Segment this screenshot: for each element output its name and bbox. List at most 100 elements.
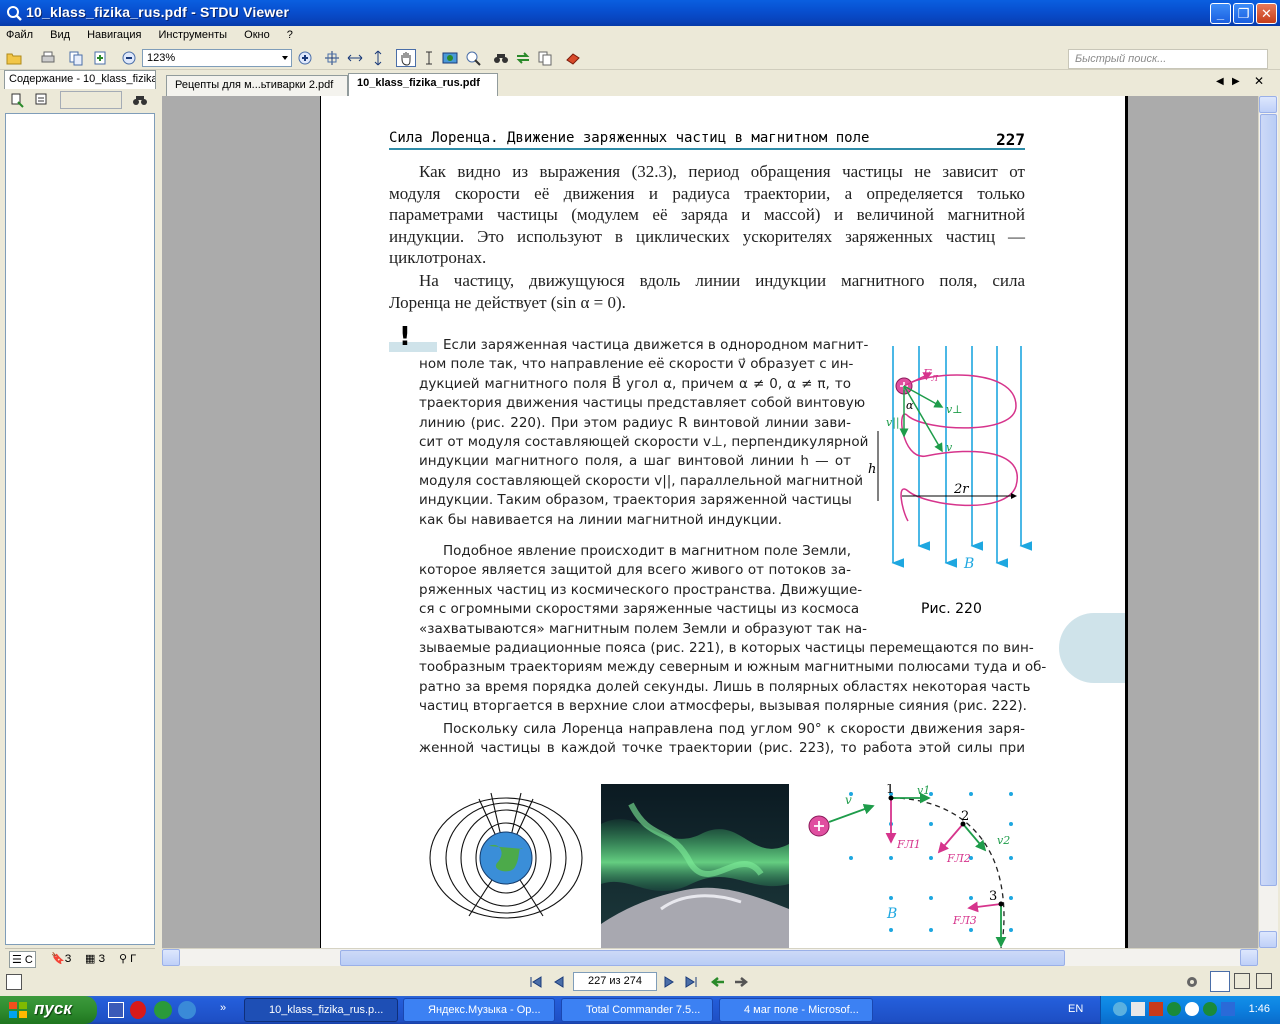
- print-icon[interactable]: [40, 50, 56, 66]
- hand-tool-icon[interactable]: [396, 49, 416, 67]
- title-bar: 10_klass_fizika_rus.pdf - STDU Viewer _ …: [0, 0, 1280, 26]
- zoom-tool-icon[interactable]: [465, 50, 481, 66]
- snapshot-icon[interactable]: [442, 50, 458, 66]
- task-word[interactable]: 4 маг поле - Microsof...: [719, 998, 873, 1022]
- page-number-input[interactable]: 227 из 274: [573, 972, 657, 991]
- task-total-commander[interactable]: Total Commander 7.5...: [561, 998, 713, 1022]
- pages-icon[interactable]: [537, 50, 553, 66]
- quicklaunch-wordpress-icon[interactable]: [154, 1001, 172, 1019]
- scroll-down-button[interactable]: [1259, 931, 1277, 948]
- field-dots: [849, 792, 1013, 932]
- tray-bluetooth-icon[interactable]: [1221, 1002, 1235, 1016]
- settings-icon[interactable]: [1184, 974, 1200, 990]
- sidebar-tab-contents[interactable]: Содержание - 10_klass_fizika: [4, 70, 156, 89]
- tray-update-icon[interactable]: [1167, 1002, 1181, 1016]
- quicklaunch-more-icon[interactable]: »: [220, 1002, 226, 1014]
- copy-page-icon[interactable]: [68, 50, 84, 66]
- tab-search[interactable]: ⚲ Г: [117, 951, 138, 968]
- collapse-tree-icon[interactable]: [34, 92, 50, 108]
- minimize-button[interactable]: _: [1210, 3, 1231, 24]
- menu-file[interactable]: Файл: [0, 26, 40, 41]
- contents-tree[interactable]: [5, 113, 155, 945]
- tab-thumbnails[interactable]: ▦ З: [83, 951, 107, 968]
- svg-text:B: B: [886, 906, 897, 922]
- scroll-right-button[interactable]: [1240, 949, 1258, 966]
- last-page-icon[interactable]: [683, 974, 699, 990]
- menu-window[interactable]: Окно: [237, 26, 277, 41]
- page-header-title: Сила Лоренца. Движение заряженных частиц…: [389, 130, 870, 146]
- vertical-scrollbar[interactable]: [1258, 96, 1278, 948]
- next-page-icon[interactable]: [661, 974, 677, 990]
- quicklaunch-ie-icon[interactable]: [178, 1001, 196, 1019]
- scroll-left-button[interactable]: [162, 949, 180, 966]
- sidebar-find-icon[interactable]: [132, 92, 148, 108]
- task-yandex-music[interactable]: Яндекс.Музыка - Op...: [403, 998, 555, 1022]
- zoom-out-icon[interactable]: [121, 50, 137, 66]
- svg-text:1: 1: [886, 784, 894, 797]
- bookmark-tool-icon[interactable]: [565, 50, 581, 66]
- clock[interactable]: 1:46: [1249, 1003, 1270, 1015]
- tab-recipes-pdf[interactable]: Рецепты для м...ьтиварки 2.pdf: [166, 75, 348, 96]
- scroll-up-button[interactable]: [1259, 96, 1277, 113]
- sidebar-toggle-icon[interactable]: [6, 974, 22, 990]
- close-tab-icon[interactable]: ✕: [1254, 74, 1264, 88]
- document-viewer[interactable]: Сила Лоренца. Движение заряженных частиц…: [162, 96, 1258, 948]
- menu-help[interactable]: ?: [280, 26, 300, 41]
- export-icon[interactable]: [92, 50, 108, 66]
- tray-app-icon[interactable]: [1131, 1002, 1145, 1016]
- tray-shield-icon[interactable]: [1185, 1002, 1199, 1016]
- fit-width-icon[interactable]: [347, 50, 363, 66]
- menu-tools[interactable]: Инструменты: [151, 26, 234, 41]
- toolbar: 123% Быстрый поиск...: [0, 46, 1280, 70]
- start-label: пуск: [34, 999, 72, 1018]
- horizontal-scrollbar[interactable]: [162, 948, 1258, 966]
- tab-scroll-left-icon[interactable]: ◀: [1216, 76, 1224, 87]
- sidebar-search-input[interactable]: [60, 91, 122, 109]
- fit-page-icon[interactable]: [324, 50, 340, 66]
- sync-arrows-icon[interactable]: [515, 50, 531, 66]
- tab-bookmarks[interactable]: 🔖З: [49, 951, 73, 968]
- zoom-select[interactable]: 123%: [142, 49, 292, 67]
- forward-arrow-icon[interactable]: [733, 974, 749, 990]
- fit-height-icon[interactable]: [370, 50, 386, 66]
- task-stdu-viewer[interactable]: 10_klass_fizika_rus.p...: [244, 998, 398, 1022]
- menu-navigation[interactable]: Навигация: [80, 26, 148, 41]
- first-page-icon[interactable]: [528, 974, 544, 990]
- sidebar-tab-label: Содержание - 10_klass_fizika: [9, 73, 156, 85]
- find-icon[interactable]: [493, 50, 509, 66]
- zoom-in-icon[interactable]: [297, 50, 313, 66]
- tab-scroll-right-icon[interactable]: ▶: [1232, 76, 1240, 87]
- language-indicator[interactable]: EN: [1068, 1003, 1083, 1015]
- expand-tree-icon[interactable]: [10, 92, 26, 108]
- previous-page-icon[interactable]: [551, 974, 567, 990]
- document-tabs: Рецепты для м...ьтиварки 2.pdf 10_klass_…: [160, 70, 1280, 96]
- tray-antivirus-icon[interactable]: [1203, 1002, 1217, 1016]
- quicklaunch-save-icon[interactable]: [108, 1002, 124, 1018]
- menu-view[interactable]: Вид: [43, 26, 77, 41]
- tray-network-icon[interactable]: [1113, 1002, 1127, 1016]
- svg-text:B: B: [963, 556, 974, 572]
- horizontal-scroll-thumb[interactable]: [340, 950, 1065, 966]
- quick-search-input[interactable]: Быстрый поиск...: [1068, 49, 1268, 69]
- close-button[interactable]: ✕: [1256, 3, 1277, 24]
- paragraph-3-wide: зываемые радиационные пояса (рис. 221), …: [419, 640, 1047, 715]
- exclamation-icon: !: [399, 322, 411, 352]
- single-page-view-icon[interactable]: [1210, 971, 1230, 992]
- tab-contents[interactable]: ☰ С: [9, 951, 36, 968]
- quicklaunch-opera-icon[interactable]: [130, 1001, 146, 1019]
- tab-physics-pdf[interactable]: 10_klass_fizika_rus.pdf: [348, 73, 498, 96]
- two-page-view-icon[interactable]: [1234, 973, 1250, 989]
- tray-volume-icon[interactable]: [1149, 1002, 1163, 1016]
- start-button[interactable]: пуск: [0, 996, 97, 1024]
- maximize-button[interactable]: ❐: [1233, 3, 1254, 24]
- continuous-view-icon[interactable]: [1256, 973, 1272, 989]
- open-folder-icon[interactable]: [6, 50, 22, 66]
- back-arrow-icon[interactable]: [710, 974, 726, 990]
- select-text-icon[interactable]: [421, 50, 437, 66]
- page-number: 227: [996, 130, 1025, 149]
- svg-text:v||: v||: [886, 416, 900, 430]
- vertical-scroll-thumb[interactable]: [1260, 114, 1277, 886]
- sidebar-bottom-tabs: ☰ С 🔖З ▦ З ⚲ Г: [5, 948, 155, 968]
- windows-logo-icon: [9, 1002, 27, 1018]
- svg-text:FЛ: FЛ: [922, 367, 938, 383]
